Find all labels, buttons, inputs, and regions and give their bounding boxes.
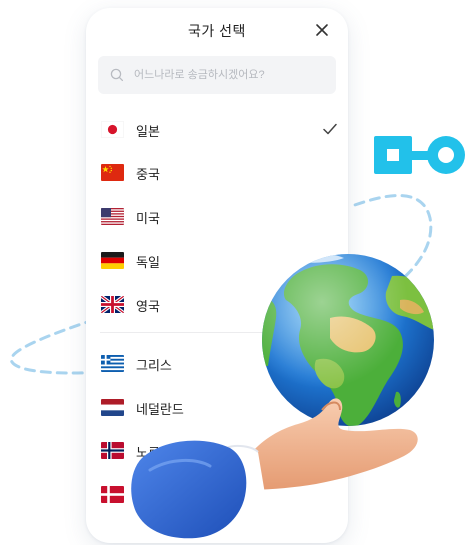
- panel-title: 국가 선택: [188, 23, 246, 39]
- country-item-japan[interactable]: 일본: [86, 112, 348, 148]
- link-icon: [374, 136, 465, 174]
- country-item-uk[interactable]: 영국: [86, 287, 348, 323]
- country-item-norway[interactable]: 노르웨이: [86, 433, 348, 469]
- germany-flag-icon: [101, 252, 124, 269]
- search-input[interactable]: [134, 56, 330, 94]
- japan-flag-icon: [101, 121, 124, 138]
- panel-header: 국가 선택: [86, 8, 348, 52]
- country-name: 그리스: [136, 358, 172, 373]
- section-divider: [100, 332, 334, 333]
- netherlands-flag-icon: [101, 399, 124, 416]
- norway-flag-icon: [101, 442, 124, 459]
- close-icon: [316, 24, 328, 36]
- greece-flag-icon: [101, 355, 124, 372]
- country-item-usa[interactable]: 미국: [86, 199, 348, 235]
- uk-flag-icon: [101, 296, 124, 313]
- usa-flag-icon: [101, 208, 124, 225]
- search-icon: [110, 68, 124, 82]
- country-item-netherlands[interactable]: 네덜란드: [86, 390, 348, 426]
- country-item-denmark[interactable]: [86, 477, 348, 513]
- country-item-greece[interactable]: 그리스: [86, 346, 348, 382]
- country-name: 네덜란드: [136, 402, 184, 417]
- country-name: 독일: [136, 255, 160, 270]
- country-item-germany[interactable]: 독일: [86, 243, 348, 279]
- country-name: 미국: [136, 211, 160, 226]
- illustration-stage: 국가 선택 일본: [0, 0, 472, 545]
- country-name: 중국: [136, 167, 160, 182]
- denmark-flag-icon: [101, 486, 124, 503]
- china-flag-icon: [101, 164, 124, 181]
- search-box[interactable]: [98, 56, 336, 94]
- check-icon: [323, 123, 337, 135]
- country-name: 노르웨이: [136, 445, 184, 460]
- country-select-panel: 국가 선택 일본: [86, 8, 348, 543]
- country-name: 영국: [136, 299, 160, 314]
- close-button[interactable]: [312, 20, 332, 40]
- country-name: 일본: [136, 124, 160, 139]
- country-item-china[interactable]: 중국: [86, 155, 348, 191]
